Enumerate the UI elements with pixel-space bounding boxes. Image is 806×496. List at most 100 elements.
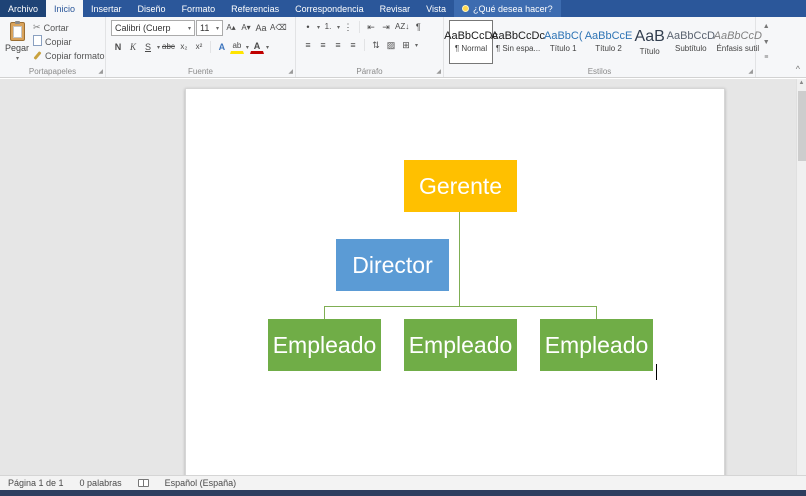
sort-button[interactable]: AZ↓ — [394, 20, 410, 34]
show-marks-button[interactable]: ¶ — [411, 20, 425, 34]
org-node-empleado-3[interactable]: Empleado — [540, 319, 653, 371]
shading-button[interactable]: ▨ — [384, 38, 398, 52]
document-area[interactable]: Gerente Director Empleado Empleado Emple… — [0, 79, 796, 483]
tab-correspondencia[interactable]: Correspondencia — [287, 0, 372, 17]
cut-button[interactable]: ✂ Cortar — [33, 21, 105, 34]
font-size-combo[interactable]: 11 ▾ — [196, 20, 223, 36]
lightbulb-icon — [462, 5, 470, 12]
document-page[interactable]: Gerente Director Empleado Empleado Emple… — [185, 88, 725, 480]
connector-line — [324, 306, 325, 319]
collapse-ribbon-icon[interactable]: ^ — [796, 64, 800, 74]
chevron-down-icon: ▾ — [215, 25, 219, 32]
align-right-button[interactable]: ≡ — [331, 38, 345, 52]
group-estilos: AaBbCcDc ¶ Normal AaBbCcDc ¶ Sin espa...… — [444, 17, 770, 77]
line-spacing-button[interactable]: ⇅ — [369, 38, 383, 52]
strikethrough-button[interactable]: abc — [161, 40, 176, 54]
tell-me-search[interactable]: ¿Qué desea hacer? — [454, 0, 561, 17]
align-center-button[interactable]: ≡ — [316, 38, 330, 52]
scroll-up-icon[interactable]: ▲ — [797, 80, 806, 86]
style-titulo-1[interactable]: AaBbC( Título 1 — [543, 20, 584, 64]
text-cursor — [656, 364, 657, 380]
align-left-button[interactable]: ≡ — [301, 38, 315, 52]
connector-line — [459, 212, 460, 306]
proofing-book-icon[interactable] — [137, 479, 149, 487]
decrease-indent-button[interactable]: ⇤ — [364, 20, 378, 34]
copy-icon — [33, 35, 43, 46]
page-count[interactable]: Página 1 de 1 — [8, 478, 64, 488]
ribbon: Pegar ▾ ✂ Cortar Copiar Copiar formato P… — [0, 17, 806, 78]
style-titulo[interactable]: AaB Título — [634, 20, 666, 64]
tab-referencias[interactable]: Referencias — [223, 0, 287, 17]
connector-line — [596, 306, 597, 319]
org-node-gerente[interactable]: Gerente — [404, 160, 517, 212]
superscript-button[interactable]: x² — [192, 40, 206, 54]
ribbon-filler: ^ — [756, 17, 806, 77]
font-family-combo[interactable]: Calibri (Cuerp ▾ — [111, 20, 195, 36]
org-node-empleado-2[interactable]: Empleado — [404, 319, 517, 371]
underline-button[interactable]: S — [141, 40, 155, 54]
bullets-button[interactable]: • — [301, 20, 315, 34]
tab-insertar[interactable]: Insertar — [83, 0, 130, 17]
text-effects-button[interactable]: A — [215, 40, 229, 54]
borders-button[interactable]: ⊞ — [399, 38, 413, 52]
increase-indent-button[interactable]: ⇥ — [379, 20, 393, 34]
multilevel-list-button[interactable]: ⋮ — [341, 20, 355, 34]
format-painter-button[interactable]: Copiar formato — [33, 49, 105, 62]
grow-font-button[interactable]: A▴ — [224, 21, 238, 35]
group-label-parrafo: Párrafo — [356, 67, 383, 76]
vertical-scrollbar[interactable]: ▲ — [796, 79, 806, 483]
paste-label: Pegar — [5, 43, 30, 53]
clipboard-icon — [9, 21, 25, 41]
dialog-launcher-icon[interactable]: ◢ — [288, 69, 293, 75]
dialog-launcher-icon[interactable]: ◢ — [98, 69, 103, 75]
group-label-estilos: Estilos — [587, 67, 612, 76]
group-label-portapapeles: Portapapeles — [28, 67, 77, 76]
group-parrafo: • ▾ 1. ▾ ⋮ ⇤ ⇥ AZ↓ ¶ ≡ ≡ ≡ ≡ ⇅ ▨ ⊞ ▾ Pár… — [296, 17, 444, 77]
org-node-director[interactable]: Director — [336, 239, 449, 291]
paste-button[interactable]: Pegar ▾ — [5, 20, 29, 64]
style-enfasis-sutil[interactable]: AaBbCcD Énfasis sutil — [714, 20, 762, 64]
chevron-down-icon[interactable]: ▾ — [337, 24, 340, 31]
brush-icon — [33, 51, 42, 60]
tab-archivo[interactable]: Archivo — [0, 0, 47, 17]
chevron-down-icon[interactable]: ▾ — [246, 44, 249, 51]
tell-me-label: ¿Qué desea hacer? — [473, 3, 553, 14]
org-node-empleado-1[interactable]: Empleado — [268, 319, 381, 371]
clear-format-button[interactable]: A⌫ — [269, 21, 288, 35]
chevron-down-icon[interactable]: ▾ — [415, 42, 418, 49]
chevron-down-icon[interactable]: ▾ — [317, 24, 320, 31]
tab-inicio[interactable]: Inicio — [46, 0, 84, 17]
italic-button[interactable]: K — [126, 40, 140, 54]
divider — [364, 39, 365, 51]
highlight-color-button[interactable]: ab — [229, 40, 244, 54]
shrink-font-button[interactable]: A▾ — [239, 21, 253, 35]
scissors-icon: ✂ — [33, 22, 41, 32]
chevron-down-icon: ▾ — [16, 56, 20, 62]
dialog-launcher-icon[interactable]: ◢ — [436, 69, 441, 75]
copy-button[interactable]: Copiar — [33, 35, 105, 48]
numbering-button[interactable]: 1. — [321, 20, 335, 34]
tab-diseno[interactable]: Diseño — [130, 0, 174, 17]
word-window: Archivo Inicio Insertar Diseño Formato R… — [0, 0, 806, 496]
group-portapapeles: Pegar ▾ ✂ Cortar Copiar Copiar formato P… — [0, 17, 106, 77]
style-subtitulo[interactable]: AaBbCcD Subtítulo — [667, 20, 715, 64]
tab-formato[interactable]: Formato — [174, 0, 224, 17]
style-sin-espaciado[interactable]: AaBbCcDc ¶ Sin espa... — [491, 20, 545, 64]
style-titulo-2[interactable]: AaBbCcE Título 2 — [585, 20, 633, 64]
style-normal[interactable]: AaBbCcDc ¶ Normal — [444, 20, 498, 64]
bold-button[interactable]: N — [111, 40, 125, 54]
chevron-down-icon[interactable]: ▾ — [266, 44, 269, 51]
chevron-down-icon[interactable]: ▾ — [157, 44, 160, 51]
justify-button[interactable]: ≡ — [346, 38, 360, 52]
font-color-button[interactable]: A — [249, 40, 264, 54]
chevron-down-icon: ▾ — [187, 25, 191, 32]
dialog-launcher-icon[interactable]: ◢ — [748, 69, 753, 75]
tab-revisar[interactable]: Revisar — [372, 0, 419, 17]
change-case-button[interactable]: Aa — [254, 21, 268, 35]
tab-vista[interactable]: Vista — [418, 0, 454, 17]
word-count[interactable]: 0 palabras — [80, 478, 122, 488]
connector-line — [324, 306, 597, 307]
scrollbar-thumb[interactable] — [798, 91, 806, 161]
language-indicator[interactable]: Español (España) — [165, 478, 237, 488]
subscript-button[interactable]: x₂ — [177, 40, 191, 54]
